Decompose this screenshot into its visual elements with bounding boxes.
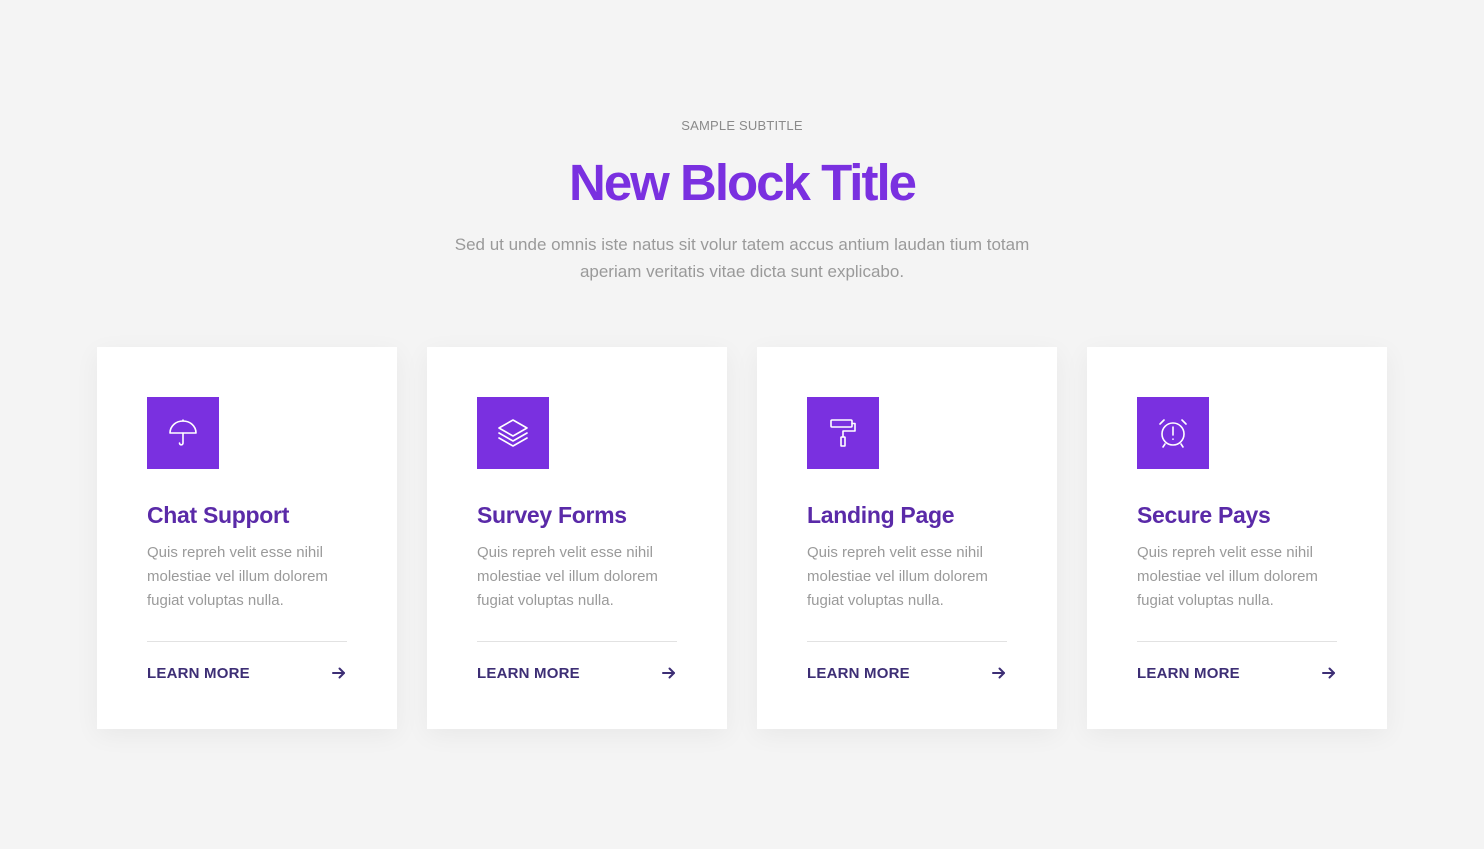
card-text: Quis repreh velit esse nihil molestiae v… xyxy=(477,544,658,609)
section-title: New Block Title xyxy=(568,154,917,211)
card-title: Survey Forms xyxy=(477,502,627,528)
section-subtitle: SAMPLE SUBTITLE xyxy=(681,118,803,133)
card-text: Quis repreh velit esse nihil molestiae v… xyxy=(807,544,988,609)
section-description: Sed ut unde omnis iste natus sit volur t… xyxy=(454,235,1030,281)
learn-more-label: LEARN MORE xyxy=(1137,664,1240,682)
learn-more-link[interactable]: LEARN MORE xyxy=(807,663,1007,683)
learn-more-link[interactable]: LEARN MORE xyxy=(477,663,677,683)
feature-card-survey-forms: Survey Forms Quis repreh velit esse nihi… xyxy=(427,347,727,729)
feature-card-landing-page: Landing Page Quis repreh velit esse nihi… xyxy=(757,347,1057,729)
feature-card-chat-support: Chat Support Quis repreh velit esse nihi… xyxy=(97,347,397,729)
arrow-right-icon xyxy=(661,665,677,681)
feature-card-secure-pays: Secure Pays Quis repreh velit esse nihil… xyxy=(1087,347,1387,729)
learn-more-label: LEARN MORE xyxy=(807,664,910,682)
feature-cards: Chat Support Quis repreh velit esse nihi… xyxy=(97,347,1387,729)
alarm-clock-icon xyxy=(1137,397,1209,469)
arrow-right-icon xyxy=(331,665,347,681)
card-divider xyxy=(1137,641,1337,642)
umbrella-icon xyxy=(147,397,219,469)
learn-more-label: LEARN MORE xyxy=(147,664,250,682)
arrow-right-icon xyxy=(991,665,1007,681)
card-divider xyxy=(807,641,1007,642)
card-title: Chat Support xyxy=(147,502,290,528)
learn-more-label: LEARN MORE xyxy=(477,664,580,682)
card-divider xyxy=(477,641,677,642)
paint-roller-icon xyxy=(807,397,879,469)
card-title: Landing Page xyxy=(807,502,955,528)
card-text: Quis repreh velit esse nihil molestiae v… xyxy=(147,544,328,609)
layers-icon xyxy=(477,397,549,469)
learn-more-link[interactable]: LEARN MORE xyxy=(147,663,347,683)
card-divider xyxy=(147,641,347,642)
card-text: Quis repreh velit esse nihil molestiae v… xyxy=(1137,544,1318,609)
learn-more-link[interactable]: LEARN MORE xyxy=(1137,663,1337,683)
arrow-right-icon xyxy=(1321,665,1337,681)
card-title: Secure Pays xyxy=(1137,502,1271,528)
